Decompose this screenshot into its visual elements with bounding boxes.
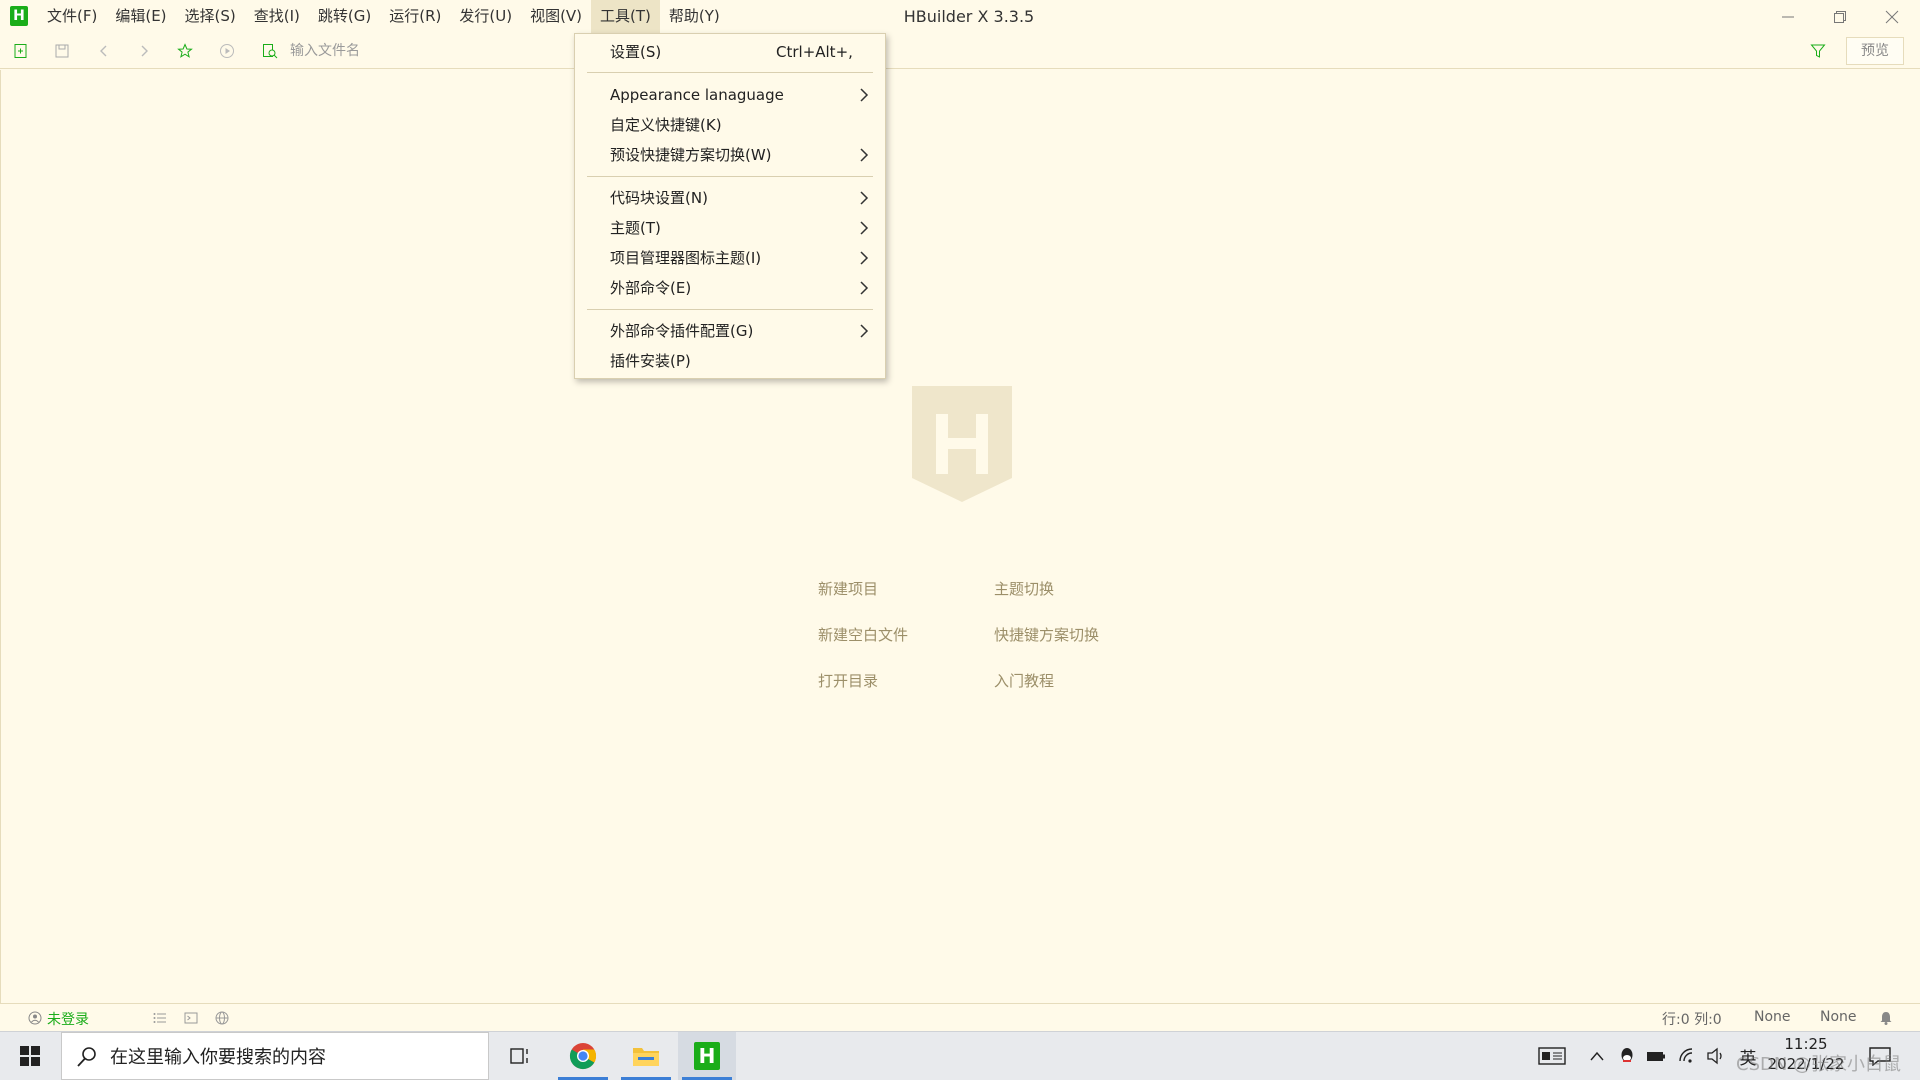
battery-icon[interactable] (1646, 1046, 1666, 1066)
star-icon (177, 43, 193, 58)
outline-icon[interactable] (153, 1011, 167, 1025)
terminal-icon[interactable] (184, 1011, 198, 1025)
back-button[interactable] (94, 42, 114, 60)
new-file-button[interactable] (11, 42, 31, 60)
menu-divider (587, 309, 873, 310)
minimize-button[interactable] (1762, 0, 1814, 33)
run-button[interactable] (217, 42, 237, 60)
task-view-icon (510, 1048, 528, 1064)
taskbar-app-chrome[interactable] (554, 1032, 612, 1080)
menu-item-label: 代码块设置(N) (610, 189, 708, 207)
play-circle-icon (220, 44, 234, 58)
menu-item-label: 外部命令(E) (610, 279, 692, 297)
search-icon (77, 1047, 96, 1067)
menu-item-settings[interactable]: 设置(S) Ctrl+Alt+, (575, 38, 885, 66)
title-bar: H 文件(F) 编辑(E) 选择(S) 查找(I) 跳转(G) 运行(R) 发行… (0, 0, 1920, 33)
chevron-right-icon (860, 148, 869, 162)
toolbar: 预览 (0, 33, 1920, 69)
menu-item-plugin-install[interactable]: 插件安装(P) (575, 347, 885, 375)
windows-logo-icon (20, 1046, 40, 1066)
file-search-input[interactable] (290, 39, 570, 63)
news-widget-icon[interactable] (1538, 1046, 1566, 1066)
menu-item-label: Appearance lanaguage (610, 86, 784, 104)
chevron-right-icon (860, 251, 869, 265)
open-directory-link[interactable]: 打开目录 (818, 670, 878, 691)
close-button[interactable] (1866, 0, 1918, 33)
taskbar-app-file-explorer[interactable] (617, 1032, 675, 1080)
menu-item-label: 项目管理器图标主题(I) (610, 249, 762, 267)
chevron-right-icon (141, 45, 148, 57)
menu-item-keymap-preset[interactable]: 预设快捷键方案切换(W) (575, 141, 885, 169)
task-view-button[interactable] (491, 1032, 549, 1080)
favorite-button[interactable] (175, 42, 195, 60)
taskbar-search-box[interactable] (61, 1032, 489, 1080)
qq-icon[interactable] (1617, 1046, 1637, 1066)
menu-item-appearance-language[interactable]: Appearance lanaguage (575, 81, 885, 109)
menu-item-snippet-settings[interactable]: 代码块设置(N) (575, 184, 885, 212)
volume-icon[interactable] (1706, 1046, 1726, 1066)
editor-area: 新建项目 主题切换 新建空白文件 快捷键方案切换 打开目录 入门教程 (0, 70, 1920, 1003)
menu-divider (587, 176, 873, 177)
syntax-status[interactable]: None (1820, 1009, 1857, 1025)
new-project-link[interactable]: 新建项目 (818, 578, 878, 599)
chevron-left-icon (100, 45, 107, 57)
hbuilder-watermark-icon (912, 386, 1012, 502)
new-file-icon (14, 44, 27, 58)
tutorial-link[interactable]: 入门教程 (994, 670, 1054, 691)
menu-item-label: 插件安装(P) (610, 352, 691, 370)
keymap-switch-link[interactable]: 快捷键方案切换 (994, 624, 1099, 645)
start-button[interactable] (1, 1032, 59, 1080)
user-icon (28, 1011, 42, 1025)
menu-item-label: 设置(S) (610, 43, 662, 61)
cursor-position[interactable]: 行:0 列:0 (1662, 1009, 1722, 1029)
restore-button[interactable] (1814, 0, 1866, 33)
chevron-right-icon (860, 88, 869, 102)
chevron-right-icon (860, 324, 869, 338)
menu-item-project-icon-theme[interactable]: 项目管理器图标主题(I) (575, 244, 885, 272)
preview-button[interactable]: 预览 (1846, 37, 1904, 65)
menu-item-custom-shortcuts[interactable]: 自定义快捷键(K) (575, 111, 885, 139)
menu-divider (587, 72, 873, 73)
browser-icon[interactable] (214, 1010, 230, 1026)
wifi-icon[interactable] (1678, 1046, 1698, 1066)
chevron-up-icon[interactable] (1587, 1046, 1607, 1066)
status-bar: 未登录 行:0 列:0 None None (0, 1003, 1920, 1031)
chevron-right-icon (860, 281, 869, 295)
menu-item-external-commands[interactable]: 外部命令(E) (575, 274, 885, 302)
menu-item-label: 主题(T) (610, 219, 661, 237)
filter-button[interactable] (1808, 42, 1828, 60)
close-icon (1885, 10, 1899, 23)
minimize-icon (1782, 16, 1794, 17)
taskbar-app-hbuilder[interactable]: H (678, 1032, 736, 1080)
theme-switch-link[interactable]: 主题切换 (994, 578, 1054, 599)
tools-dropdown-menu: 设置(S) Ctrl+Alt+, Appearance lanaguage 自定… (574, 33, 886, 379)
login-status[interactable]: 未登录 (47, 1009, 89, 1029)
new-blank-file-link[interactable]: 新建空白文件 (818, 624, 908, 645)
windows-taskbar: H 英 11:25 2022/1/22 CSDN @张家小白鼠 (0, 1031, 1920, 1080)
menu-item-label: 自定义快捷键(K) (610, 116, 722, 134)
chevron-right-icon (860, 221, 869, 235)
restore-icon (1834, 10, 1846, 23)
menu-item-theme[interactable]: 主题(T) (575, 214, 885, 242)
forward-button[interactable] (134, 42, 154, 60)
file-search-icon-wrap (260, 42, 280, 60)
save-button[interactable] (52, 42, 72, 60)
menu-item-shortcut: Ctrl+Alt+, (776, 43, 853, 61)
menu-item-label: 预设快捷键方案切换(W) (610, 146, 772, 164)
folder-icon (633, 1048, 659, 1066)
encoding-status[interactable]: None (1754, 1009, 1791, 1025)
hbuilder-taskbar-icon: H (694, 1042, 720, 1070)
bell-icon[interactable] (1879, 1010, 1893, 1026)
csdn-watermark: CSDN @张家小白鼠 (1736, 1054, 1902, 1075)
menu-item-label: 外部命令插件配置(G) (610, 322, 754, 340)
file-search-icon (263, 44, 278, 59)
chrome-icon (569, 1043, 597, 1070)
menu-item-external-command-plugin-config[interactable]: 外部命令插件配置(G) (575, 317, 885, 345)
filter-icon (1810, 44, 1826, 58)
window-title: HBuilder X 3.3.5 (903, 7, 1035, 26)
chevron-right-icon (860, 191, 869, 205)
save-icon (55, 44, 69, 58)
taskbar-search-input[interactable] (110, 1043, 470, 1071)
